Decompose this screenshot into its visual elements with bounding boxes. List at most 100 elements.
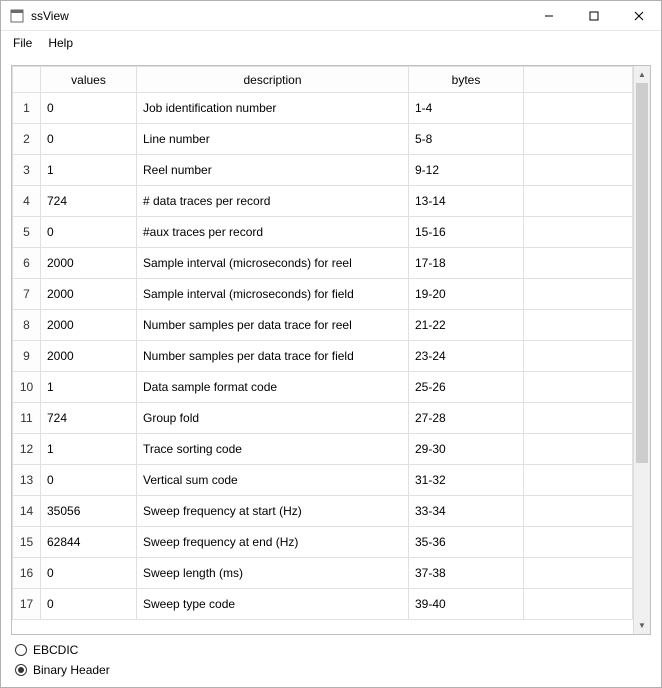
cell-spacer bbox=[524, 589, 633, 620]
cell-description[interactable]: Trace sorting code bbox=[137, 434, 409, 465]
cell-bytes[interactable]: 5-8 bbox=[409, 124, 524, 155]
cell-description[interactable]: # data traces per record bbox=[137, 186, 409, 217]
table-row[interactable]: 92000Number samples per data trace for f… bbox=[13, 341, 633, 372]
row-number: 1 bbox=[13, 93, 41, 124]
table-row[interactable]: 101Data sample format code25-26 bbox=[13, 372, 633, 403]
cell-value[interactable]: 2000 bbox=[41, 341, 137, 372]
scroll-up-icon[interactable]: ▲ bbox=[634, 66, 650, 83]
cell-bytes[interactable]: 13-14 bbox=[409, 186, 524, 217]
row-number: 7 bbox=[13, 279, 41, 310]
cell-bytes[interactable]: 9-12 bbox=[409, 155, 524, 186]
cell-value[interactable]: 62844 bbox=[41, 527, 137, 558]
cell-bytes[interactable]: 39-40 bbox=[409, 589, 524, 620]
cell-spacer bbox=[524, 93, 633, 124]
col-header-values[interactable]: values bbox=[41, 67, 137, 93]
radio-ebcdic-label: EBCDIC bbox=[33, 643, 78, 657]
radio-binary-label: Binary Header bbox=[33, 663, 110, 677]
table-row[interactable]: 121Trace sorting code29-30 bbox=[13, 434, 633, 465]
table-row[interactable]: 31Reel number9-12 bbox=[13, 155, 633, 186]
cell-value[interactable]: 0 bbox=[41, 558, 137, 589]
table-row[interactable]: 130Vertical sum code31-32 bbox=[13, 465, 633, 496]
cell-spacer bbox=[524, 217, 633, 248]
cell-value[interactable]: 724 bbox=[41, 403, 137, 434]
col-header-description[interactable]: description bbox=[137, 67, 409, 93]
minimize-button[interactable] bbox=[526, 1, 571, 30]
radio-ebcdic[interactable]: EBCDIC bbox=[15, 643, 647, 657]
cell-bytes[interactable]: 33-34 bbox=[409, 496, 524, 527]
cell-description[interactable]: #aux traces per record bbox=[137, 217, 409, 248]
cell-spacer bbox=[524, 372, 633, 403]
table-row[interactable]: 10Job identification number1-4 bbox=[13, 93, 633, 124]
cell-description[interactable]: Sweep frequency at end (Hz) bbox=[137, 527, 409, 558]
cell-value[interactable]: 0 bbox=[41, 124, 137, 155]
cell-description[interactable]: Line number bbox=[137, 124, 409, 155]
scroll-down-icon[interactable]: ▼ bbox=[634, 617, 650, 634]
cell-bytes[interactable]: 1-4 bbox=[409, 93, 524, 124]
cell-bytes[interactable]: 35-36 bbox=[409, 527, 524, 558]
app-window: ssView File Help bbox=[0, 0, 662, 688]
cell-bytes[interactable]: 17-18 bbox=[409, 248, 524, 279]
cell-bytes[interactable]: 31-32 bbox=[409, 465, 524, 496]
cell-value[interactable]: 0 bbox=[41, 589, 137, 620]
radio-binary-header[interactable]: Binary Header bbox=[15, 663, 647, 677]
cell-description[interactable]: Job identification number bbox=[137, 93, 409, 124]
cell-description[interactable]: Number samples per data trace for reel bbox=[137, 310, 409, 341]
menu-file[interactable]: File bbox=[5, 33, 40, 53]
close-button[interactable] bbox=[616, 1, 661, 30]
menubar: File Help bbox=[1, 31, 661, 55]
cell-value[interactable]: 1 bbox=[41, 155, 137, 186]
vertical-scrollbar[interactable]: ▲ ▼ bbox=[633, 66, 650, 634]
cell-bytes[interactable]: 27-28 bbox=[409, 403, 524, 434]
cell-bytes[interactable]: 23-24 bbox=[409, 341, 524, 372]
cell-bytes[interactable]: 21-22 bbox=[409, 310, 524, 341]
cell-description[interactable]: Vertical sum code bbox=[137, 465, 409, 496]
cell-bytes[interactable]: 19-20 bbox=[409, 279, 524, 310]
cell-value[interactable]: 1 bbox=[41, 372, 137, 403]
cell-spacer bbox=[524, 434, 633, 465]
cell-value[interactable]: 0 bbox=[41, 217, 137, 248]
col-header-rownum[interactable] bbox=[13, 67, 41, 93]
cell-bytes[interactable]: 37-38 bbox=[409, 558, 524, 589]
cell-description[interactable]: Data sample format code bbox=[137, 372, 409, 403]
cell-description[interactable]: Sweep type code bbox=[137, 589, 409, 620]
cell-description[interactable]: Sweep length (ms) bbox=[137, 558, 409, 589]
app-icon bbox=[9, 8, 25, 24]
table-row[interactable]: 82000Number samples per data trace for r… bbox=[13, 310, 633, 341]
row-number: 3 bbox=[13, 155, 41, 186]
cell-description[interactable]: Sample interval (microseconds) for reel bbox=[137, 248, 409, 279]
cell-value[interactable]: 724 bbox=[41, 186, 137, 217]
table-row[interactable]: 72000Sample interval (microseconds) for … bbox=[13, 279, 633, 310]
table-row[interactable]: 160Sweep length (ms)37-38 bbox=[13, 558, 633, 589]
cell-bytes[interactable]: 25-26 bbox=[409, 372, 524, 403]
table-row[interactable]: 62000Sample interval (microseconds) for … bbox=[13, 248, 633, 279]
cell-description[interactable]: Reel number bbox=[137, 155, 409, 186]
table-row[interactable]: 11724Group fold27-28 bbox=[13, 403, 633, 434]
cell-spacer bbox=[524, 279, 633, 310]
cell-value[interactable]: 2000 bbox=[41, 310, 137, 341]
cell-description[interactable]: Sweep frequency at start (Hz) bbox=[137, 496, 409, 527]
cell-value[interactable]: 35056 bbox=[41, 496, 137, 527]
menu-help[interactable]: Help bbox=[40, 33, 81, 53]
scrollbar-thumb[interactable] bbox=[636, 83, 648, 463]
cell-value[interactable]: 1 bbox=[41, 434, 137, 465]
table-row[interactable]: 50#aux traces per record15-16 bbox=[13, 217, 633, 248]
table-row[interactable]: 20Line number5-8 bbox=[13, 124, 633, 155]
cell-bytes[interactable]: 15-16 bbox=[409, 217, 524, 248]
table-row[interactable]: 1435056Sweep frequency at start (Hz)33-3… bbox=[13, 496, 633, 527]
cell-description[interactable]: Sample interval (microseconds) for field bbox=[137, 279, 409, 310]
table-row[interactable]: 1562844Sweep frequency at end (Hz)35-36 bbox=[13, 527, 633, 558]
cell-description[interactable]: Group fold bbox=[137, 403, 409, 434]
cell-bytes[interactable]: 29-30 bbox=[409, 434, 524, 465]
table-row[interactable]: 4724# data traces per record13-14 bbox=[13, 186, 633, 217]
maximize-button[interactable] bbox=[571, 1, 616, 30]
cell-value[interactable]: 0 bbox=[41, 465, 137, 496]
cell-value[interactable]: 2000 bbox=[41, 248, 137, 279]
row-number: 15 bbox=[13, 527, 41, 558]
cell-description[interactable]: Number samples per data trace for field bbox=[137, 341, 409, 372]
cell-value[interactable]: 2000 bbox=[41, 279, 137, 310]
row-number: 10 bbox=[13, 372, 41, 403]
cell-value[interactable]: 0 bbox=[41, 93, 137, 124]
cell-spacer bbox=[524, 155, 633, 186]
col-header-bytes[interactable]: bytes bbox=[409, 67, 524, 93]
table-row[interactable]: 170Sweep type code39-40 bbox=[13, 589, 633, 620]
